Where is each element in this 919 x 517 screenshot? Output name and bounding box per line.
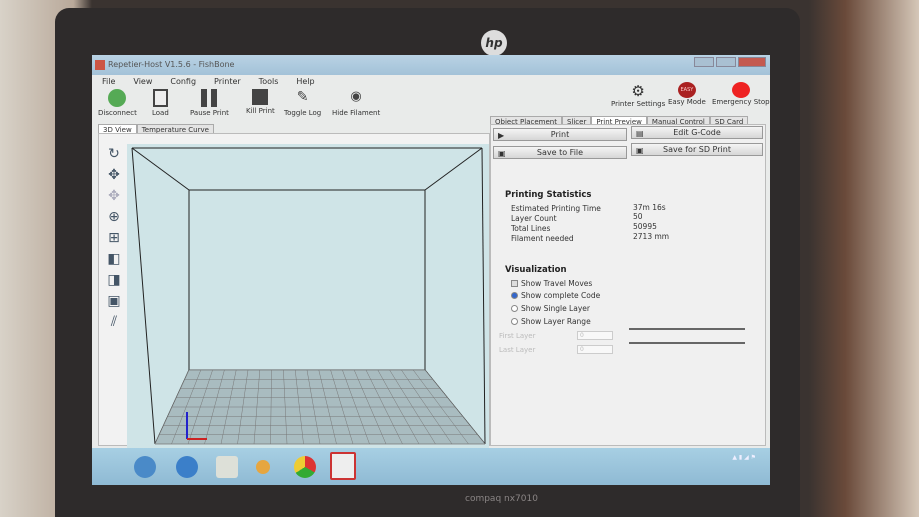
parallel-icon[interactable]: ⫽ (106, 314, 122, 330)
3d-viewport[interactable] (127, 144, 489, 454)
menu-config[interactable]: Config (170, 77, 196, 86)
menu-help[interactable]: Help (296, 77, 314, 86)
first-layer-label: First Layer (499, 332, 536, 340)
stat-label: Layer Count (511, 214, 557, 223)
rotate-icon[interactable]: ↻ (106, 146, 122, 162)
taskbar: ▲ ▮ ◢ ⚑ (92, 448, 770, 485)
chrome-icon[interactable] (294, 456, 316, 478)
minimize-button[interactable] (694, 57, 714, 67)
visualization-heading: Visualization (505, 265, 567, 275)
last-layer-label: Last Layer (499, 346, 536, 354)
explorer-icon[interactable] (216, 456, 238, 478)
floppy-icon: ▣ (498, 149, 506, 158)
print-preview-panel: ▶ Print ▤ Edit G-Code ▣ Save to File ▣ Save … (490, 124, 766, 446)
move-icon[interactable]: ✥ (106, 167, 122, 183)
gears-icon: ⚙ (631, 82, 645, 100)
printer-settings-button[interactable]: ⚙ Printer Settings (611, 82, 665, 108)
easy-icon: EASY (677, 82, 696, 98)
ie-icon[interactable] (176, 456, 198, 478)
plug-icon (108, 89, 127, 107)
emergency-stop-button[interactable]: Emergency Stop (712, 82, 770, 106)
menu-tools[interactable]: Tools (259, 77, 279, 86)
show-layer-range-radio[interactable]: Show Layer Range (511, 317, 591, 326)
menu-bar: File View Config Printer Tools Help (102, 77, 315, 86)
repetier-taskbar-icon[interactable] (330, 452, 356, 480)
view-side-icon[interactable]: ▣ (106, 293, 122, 309)
edit-icon: ▤ (636, 129, 644, 138)
save-sd-button[interactable]: ▣ Save for SD Print (631, 143, 763, 156)
left-pane: ↻ ✥ ✥ ⊕ ⊞ ◧ ◨ ▣ ⫽ (98, 133, 490, 454)
start-button[interactable] (134, 456, 156, 478)
sd-icon: ▣ (636, 146, 644, 155)
stat-label: Total Lines (511, 224, 551, 233)
stop-icon (252, 89, 269, 105)
hp-logo: hp (481, 30, 507, 56)
screen: Repetier-Host V1.5.6 - FishBone File Vie… (92, 55, 770, 485)
print-button[interactable]: ▶ Print (493, 128, 627, 141)
stat-value: 50995 (633, 222, 657, 231)
app-icon (95, 60, 105, 70)
menu-file[interactable]: File (102, 77, 115, 86)
disconnect-button[interactable]: Disconnect (98, 89, 137, 117)
first-layer-slider[interactable] (629, 328, 745, 330)
eye-slash-icon: ◉ (350, 89, 362, 104)
stat-label: Estimated Printing Time (511, 204, 601, 213)
show-single-layer-radio[interactable]: Show Single Layer (511, 304, 590, 313)
stats-heading: Printing Statistics (505, 190, 592, 200)
hide-filament-button[interactable]: ◉ Hide Filament (332, 89, 380, 117)
zoom-in-icon[interactable]: ⊕ (106, 209, 122, 225)
edit-gcode-button[interactable]: ▤ Edit G-Code (631, 126, 763, 139)
show-travel-checkbox[interactable]: Show Travel Moves (511, 279, 592, 288)
title-bar: Repetier-Host V1.5.6 - FishBone (92, 55, 770, 75)
stat-value: 2713 mm (633, 232, 670, 241)
menu-printer[interactable]: Printer (214, 77, 241, 86)
kill-print-button[interactable]: Kill Print (246, 89, 275, 115)
print-volume (131, 147, 486, 445)
play-icon: ▶ (498, 131, 505, 140)
move-object-icon[interactable]: ✥ (106, 188, 122, 204)
window-title: Repetier-Host V1.5.6 - FishBone (108, 60, 235, 69)
last-layer-slider[interactable] (629, 342, 745, 344)
easy-mode-button[interactable]: EASY Easy Mode (668, 82, 706, 106)
document-icon (152, 89, 168, 107)
model-label: compaq nx7010 (465, 494, 538, 504)
first-layer-spinner[interactable]: 0 (577, 331, 613, 340)
save-to-file-button[interactable]: ▣ Save to File (493, 146, 627, 159)
load-button[interactable]: Load (152, 89, 169, 117)
pause-print-button[interactable]: Pause Print (190, 89, 229, 117)
system-tray: ▲ ▮ ◢ ⚑ (732, 454, 756, 461)
stat-value: 37m 16s (633, 203, 666, 212)
last-layer-spinner[interactable]: 0 (577, 345, 613, 354)
emergency-icon (731, 82, 750, 98)
stat-value: 50 (633, 212, 643, 221)
show-complete-radio[interactable]: Show complete Code (511, 291, 600, 300)
view-top-icon[interactable]: ◨ (106, 272, 122, 288)
close-button[interactable] (738, 57, 766, 67)
pencil-icon: ✎ (296, 89, 309, 105)
toggle-log-button[interactable]: ✎ Toggle Log (284, 89, 321, 117)
stat-label: Filament needed (511, 234, 574, 243)
maximize-button[interactable] (716, 57, 736, 67)
view-front-icon[interactable]: ◧ (106, 251, 122, 267)
pause-icon (201, 89, 218, 107)
zoom-fit-icon[interactable]: ⊞ (106, 230, 122, 246)
media-player-icon[interactable] (256, 460, 270, 474)
build-plate-grid (154, 369, 486, 445)
menu-view[interactable]: View (133, 77, 152, 86)
view-toolbar: ↻ ✥ ✥ ⊕ ⊞ ◧ ◨ ▣ ⫽ (101, 146, 127, 330)
